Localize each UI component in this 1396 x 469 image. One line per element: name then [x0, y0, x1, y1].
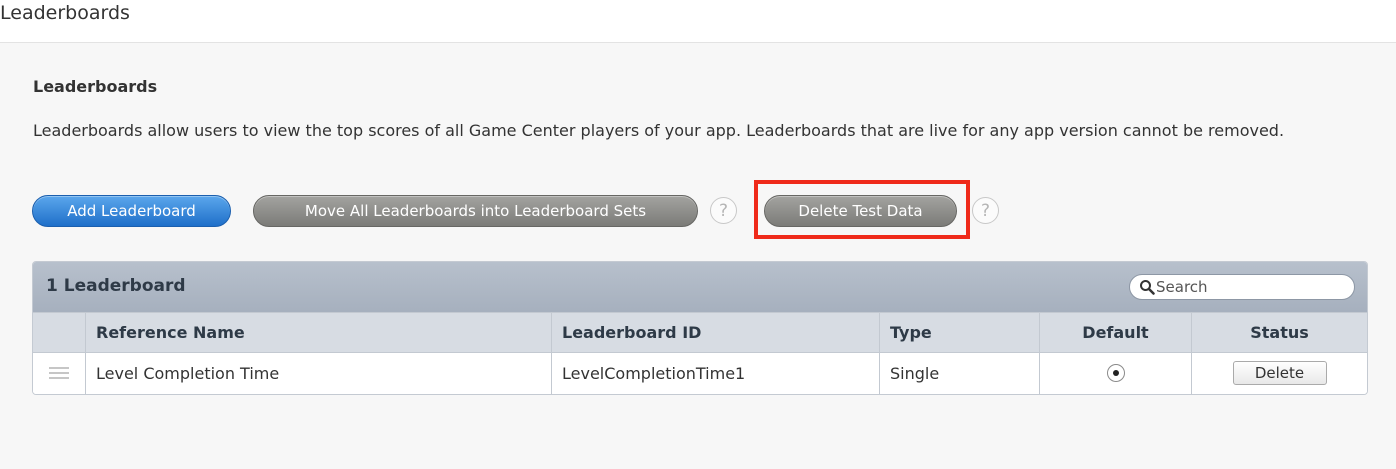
- move-to-sets-button[interactable]: Move All Leaderboards into Leaderboard S…: [253, 195, 698, 227]
- leaderboards-panel: Leaderboards Leaderboards allow users to…: [0, 42, 1396, 469]
- help-icon[interactable]: ?: [710, 197, 737, 224]
- status-cell: Delete: [1191, 353, 1367, 394]
- table-toolbar: 1 Leaderboard: [33, 262, 1367, 312]
- search-icon: [1140, 280, 1155, 295]
- highlight-box: [754, 180, 970, 239]
- drag-cell[interactable]: [33, 353, 85, 394]
- column-header-type[interactable]: Type: [879, 313, 1039, 352]
- reference-name-cell[interactable]: Level Completion Time: [85, 353, 551, 394]
- header-handle-cell: [33, 313, 85, 352]
- column-header-leaderboard-id[interactable]: Leaderboard ID: [551, 313, 879, 352]
- page-title: Leaderboards: [0, 2, 130, 24]
- search-field[interactable]: [1129, 274, 1355, 300]
- help-icon[interactable]: ?: [972, 197, 999, 224]
- search-input[interactable]: [1156, 278, 1346, 296]
- leaderboard-id-cell: LevelCompletionTime1: [551, 353, 879, 394]
- drag-handle-icon[interactable]: [49, 367, 69, 380]
- leaderboard-count: 1 Leaderboard: [46, 276, 186, 296]
- table-header-row: Reference Name Leaderboard ID Type Defau…: [33, 312, 1367, 353]
- column-header-default[interactable]: Default: [1039, 313, 1191, 352]
- default-cell: [1039, 353, 1191, 394]
- radio-selected-icon[interactable]: [1106, 364, 1125, 382]
- section-title: Leaderboards: [33, 77, 158, 96]
- leaderboards-table: 1 Leaderboard Reference Name Leaderboard…: [32, 261, 1368, 395]
- column-header-reference-name[interactable]: Reference Name: [85, 313, 551, 352]
- delete-leaderboard-button[interactable]: Delete: [1232, 361, 1327, 385]
- table-row[interactable]: Level Completion Time LevelCompletionTim…: [33, 353, 1367, 394]
- add-leaderboard-button[interactable]: Add Leaderboard: [32, 195, 231, 227]
- type-cell: Single: [879, 353, 1039, 394]
- section-description: Leaderboards allow users to view the top…: [33, 121, 1285, 140]
- column-header-status[interactable]: Status: [1191, 313, 1367, 352]
